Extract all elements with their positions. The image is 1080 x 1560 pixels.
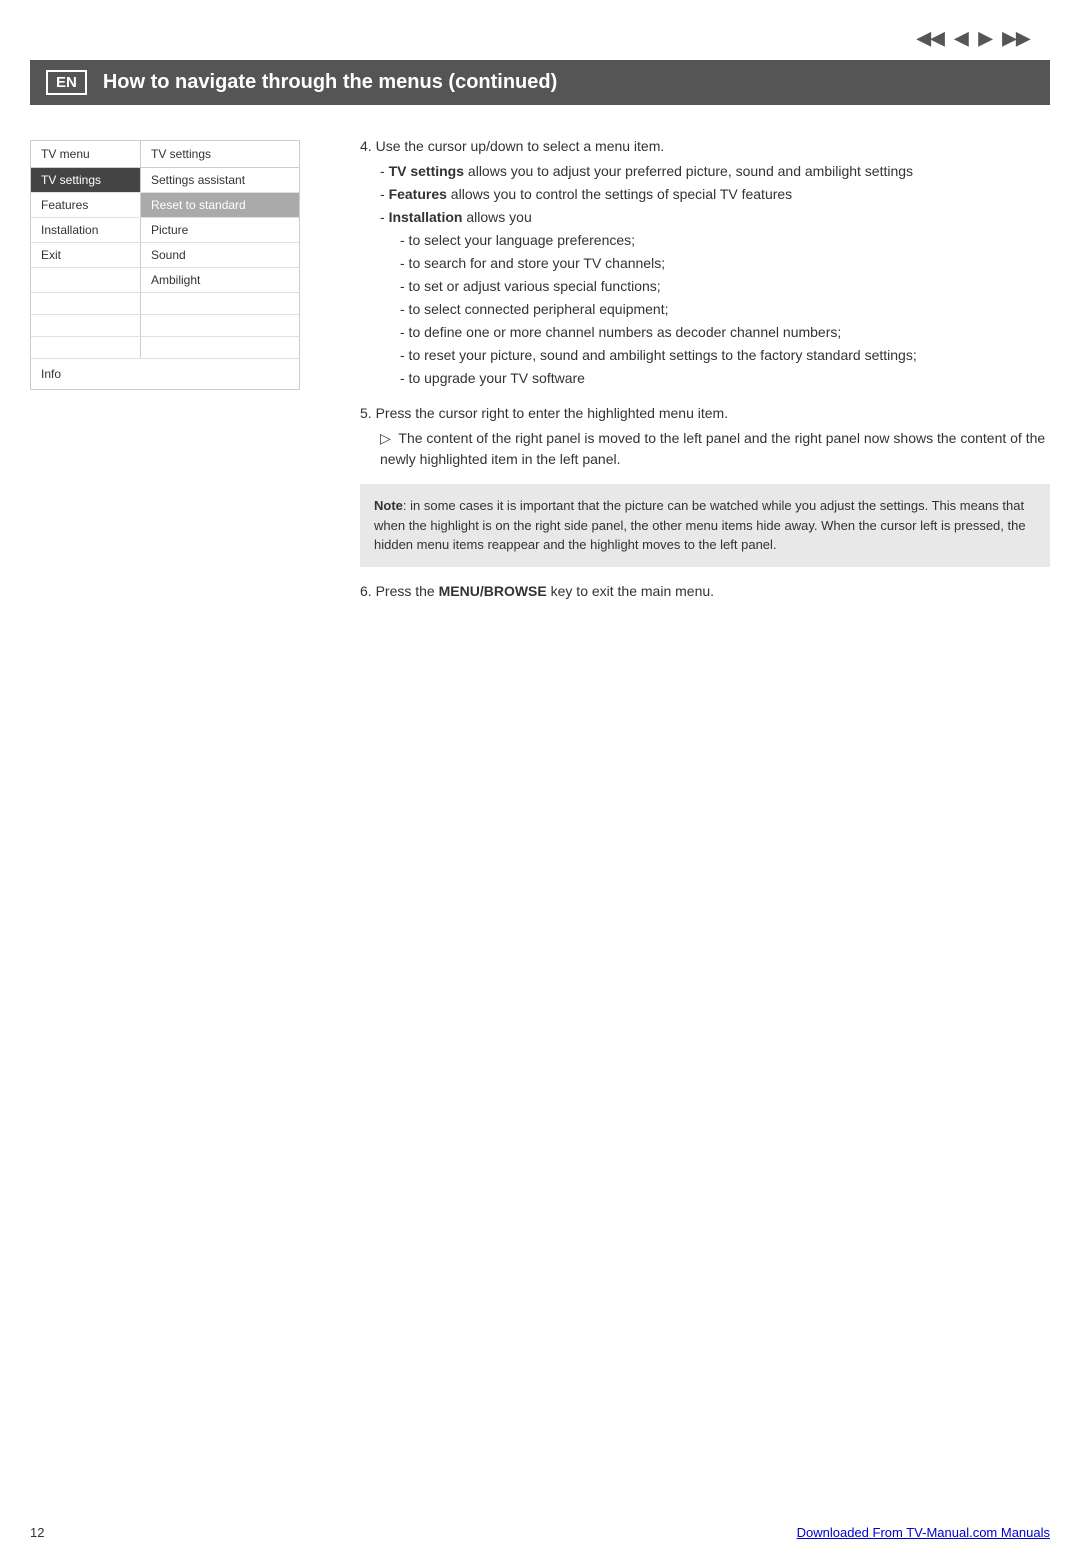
table-row: Ambilight [31,268,299,293]
menu-browse-label: MENU/BROWSE [439,583,547,599]
install-sub6: - to reset your picture, sound and ambil… [400,345,1050,366]
step-5: 5. Press the cursor right to enter the h… [360,403,1050,470]
footer-link[interactable]: Downloaded From TV-Manual.com Manuals [797,1525,1050,1540]
tv-menu-col1-header: TV menu [31,141,141,168]
install-sub7: - to upgrade your TV software [400,368,1050,389]
step-6-number: 6. [360,583,376,599]
table-row [31,337,299,359]
menu-item-reset-to-standard[interactable]: Reset to standard [141,193,299,217]
step-6-header: 6. Press the MENU/BROWSE key to exit the… [360,581,1050,602]
instructions-panel: 4. Use the cursor up/down to select a me… [360,120,1050,1500]
menu-item-sound[interactable]: Sound [141,243,299,267]
install-sub2: - to search for and store your TV channe… [400,253,1050,274]
page-title: How to navigate through the menus (conti… [103,71,557,94]
features-label: Features [389,186,447,202]
footer: 12 Downloaded From TV-Manual.com Manuals [30,1525,1050,1540]
step-4-sub3: - Installation allows you [380,207,1050,228]
table-row: Installation Picture [31,218,299,243]
tv-menu-box: TV menu TV settings TV settings Settings… [30,140,300,390]
step-4-sub1: - TV settings allows you to adjust your … [380,161,1050,182]
menu-item-features[interactable]: Features [31,193,141,217]
menu-item-exit[interactable]: Exit [31,243,141,267]
table-row: TV settings Settings assistant [31,168,299,193]
main-content: TV menu TV settings TV settings Settings… [30,120,1050,1500]
arrow-right-icon: ▷ [380,428,391,449]
menu-item-installation[interactable]: Installation [31,218,141,242]
tv-menu-info: Info [31,359,299,389]
tv-menu-panel: TV menu TV settings TV settings Settings… [30,140,330,1500]
table-row: Exit Sound [31,243,299,268]
table-row [31,315,299,337]
lang-badge: EN [46,70,87,95]
step-4-header: 4. Use the cursor up/down to select a me… [360,136,1050,157]
step-6-text: Press the MENU/BROWSE key to exit the ma… [376,583,714,599]
nav-arrows: ◀◀ ◀ ▶ ▶▶ [917,28,1030,49]
step-6: 6. Press the MENU/BROWSE key to exit the… [360,581,1050,602]
menu-item-picture[interactable]: Picture [141,218,299,242]
note-text: : in some cases it is important that the… [374,498,1026,552]
step-4-number: 4. [360,138,376,154]
note-box: Note: in some cases it is important that… [360,484,1050,567]
step-5-header: 5. Press the cursor right to enter the h… [360,403,1050,424]
menu-item-settings-assistant[interactable]: Settings assistant [141,168,299,192]
page-number: 12 [30,1525,44,1540]
install-sub5: - to define one or more channel numbers … [400,322,1050,343]
nav-last-icon[interactable]: ▶▶ [1002,28,1030,49]
menu-item-ambilight[interactable]: Ambilight [141,268,299,292]
menu-cell-empty1 [31,268,141,292]
install-sub3: - to set or adjust various special funct… [400,276,1050,297]
tv-menu-header: TV menu TV settings [31,141,299,168]
table-row: Features Reset to standard [31,193,299,218]
step-5-number: 5. [360,405,376,421]
nav-prev-icon[interactable]: ◀ [955,28,969,49]
table-row [31,293,299,315]
installation-label: Installation [389,209,463,225]
step-4: 4. Use the cursor up/down to select a me… [360,136,1050,389]
install-sub1: - to select your language preferences; [400,230,1050,251]
step-5-sub1: ▷ The content of the right panel is move… [380,428,1050,470]
note-label: Note [374,498,403,513]
install-sub4: - to select connected peripheral equipme… [400,299,1050,320]
step-4-text: Use the cursor up/down to select a menu … [376,138,665,154]
nav-next-icon[interactable]: ▶ [978,28,992,49]
step-4-sub2: - Features allows you to control the set… [380,184,1050,205]
nav-first-icon[interactable]: ◀◀ [917,28,945,49]
menu-item-tv-settings[interactable]: TV settings [31,168,141,192]
tv-settings-label: TV settings [389,163,464,179]
tv-menu-col2-header: TV settings [141,141,299,168]
step-5-text: Press the cursor right to enter the high… [376,405,729,421]
header-bar: EN How to navigate through the menus (co… [30,60,1050,105]
